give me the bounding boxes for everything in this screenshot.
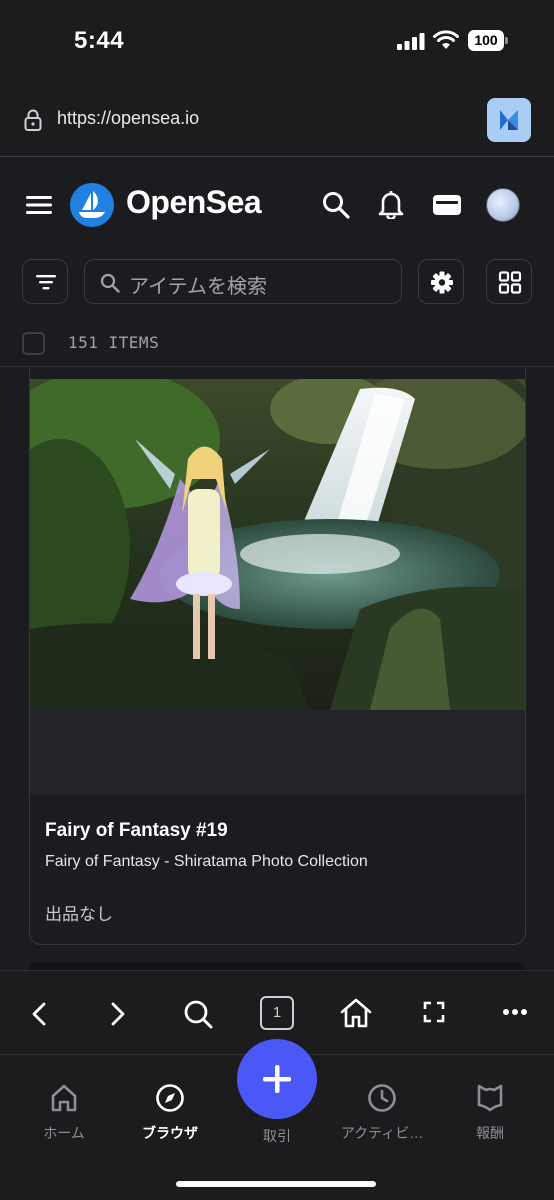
more-icon[interactable] xyxy=(502,1008,528,1016)
tabs-button[interactable]: 1 xyxy=(260,996,294,1030)
url-bar[interactable]: https://opensea.io xyxy=(0,84,554,157)
bell-icon[interactable] xyxy=(377,189,405,219)
filter-icon xyxy=(36,275,56,290)
nft-image[interactable] xyxy=(30,379,525,710)
grid-icon xyxy=(498,271,522,294)
select-all-checkbox[interactable] xyxy=(22,332,45,355)
avatar[interactable] xyxy=(486,188,520,222)
home-icon xyxy=(51,1084,77,1112)
tab-browser-label: ブラウザ xyxy=(142,1125,198,1141)
opensea-logo-icon[interactable] xyxy=(70,183,114,227)
tab-rewards[interactable]: 報酬 xyxy=(440,1083,540,1143)
battery-level: 100 xyxy=(468,30,504,51)
tab-activity[interactable]: アクティビ… xyxy=(332,1083,432,1143)
nft-title[interactable]: Fairy of Fantasy #19 xyxy=(45,820,228,842)
forward-icon[interactable] xyxy=(105,1001,129,1027)
nft-card-spacer xyxy=(30,710,525,794)
menu-icon[interactable] xyxy=(26,194,52,216)
trade-button[interactable] xyxy=(237,1039,317,1119)
items-count: 151 ITEMS xyxy=(68,333,160,352)
back-icon[interactable] xyxy=(28,1001,52,1027)
tab-rewards-label: 報酬 xyxy=(476,1125,504,1141)
tab-home[interactable]: ホーム xyxy=(14,1083,114,1143)
grid-view-button[interactable] xyxy=(486,259,532,304)
lock-icon xyxy=(24,109,42,131)
signal-icon xyxy=(397,33,425,50)
status-time: 5:44 xyxy=(74,27,125,54)
compass-icon xyxy=(156,1084,184,1112)
clock-icon xyxy=(368,1084,396,1112)
home-indicator xyxy=(176,1181,376,1187)
wifi-icon xyxy=(433,30,459,49)
filter-button[interactable] xyxy=(22,259,68,304)
battery-icon: 100 xyxy=(468,30,508,51)
search-icon xyxy=(100,273,120,293)
tab-browser[interactable]: ブラウザ xyxy=(120,1083,220,1143)
nft-collection[interactable]: Fairy of Fantasy - Shiratama Photo Colle… xyxy=(45,853,368,871)
next-nft-card[interactable] xyxy=(29,962,526,970)
search-icon[interactable] xyxy=(322,191,350,219)
nft-card[interactable]: Fairy of Fantasy #19 Fairy of Fantasy - … xyxy=(29,367,526,945)
tab-home-label: ホーム xyxy=(43,1125,85,1141)
fullscreen-icon[interactable] xyxy=(423,1001,445,1023)
wallet-icon[interactable] xyxy=(432,193,462,217)
tab-activity-label: アクティビ… xyxy=(340,1125,424,1141)
search-placeholder: アイテムを検索 xyxy=(129,276,267,298)
home-icon[interactable] xyxy=(339,997,373,1029)
status-bar: 5:44 100 xyxy=(0,0,554,84)
gear-icon xyxy=(431,271,453,294)
settings-button[interactable] xyxy=(418,259,464,304)
search-icon[interactable] xyxy=(183,999,213,1029)
opensea-header: OpenSea xyxy=(0,158,554,252)
opensea-logo-text[interactable]: OpenSea xyxy=(126,184,262,221)
wallet-extension-icon[interactable] xyxy=(487,98,531,142)
reward-icon xyxy=(477,1084,503,1112)
item-search-input[interactable]: アイテムを検索 xyxy=(84,259,402,304)
url-text[interactable]: https://opensea.io xyxy=(57,108,199,129)
tab-trade-label: 取引 xyxy=(263,1128,291,1144)
plus-icon xyxy=(263,1065,291,1093)
nft-listing-status: 出品なし xyxy=(45,905,113,924)
